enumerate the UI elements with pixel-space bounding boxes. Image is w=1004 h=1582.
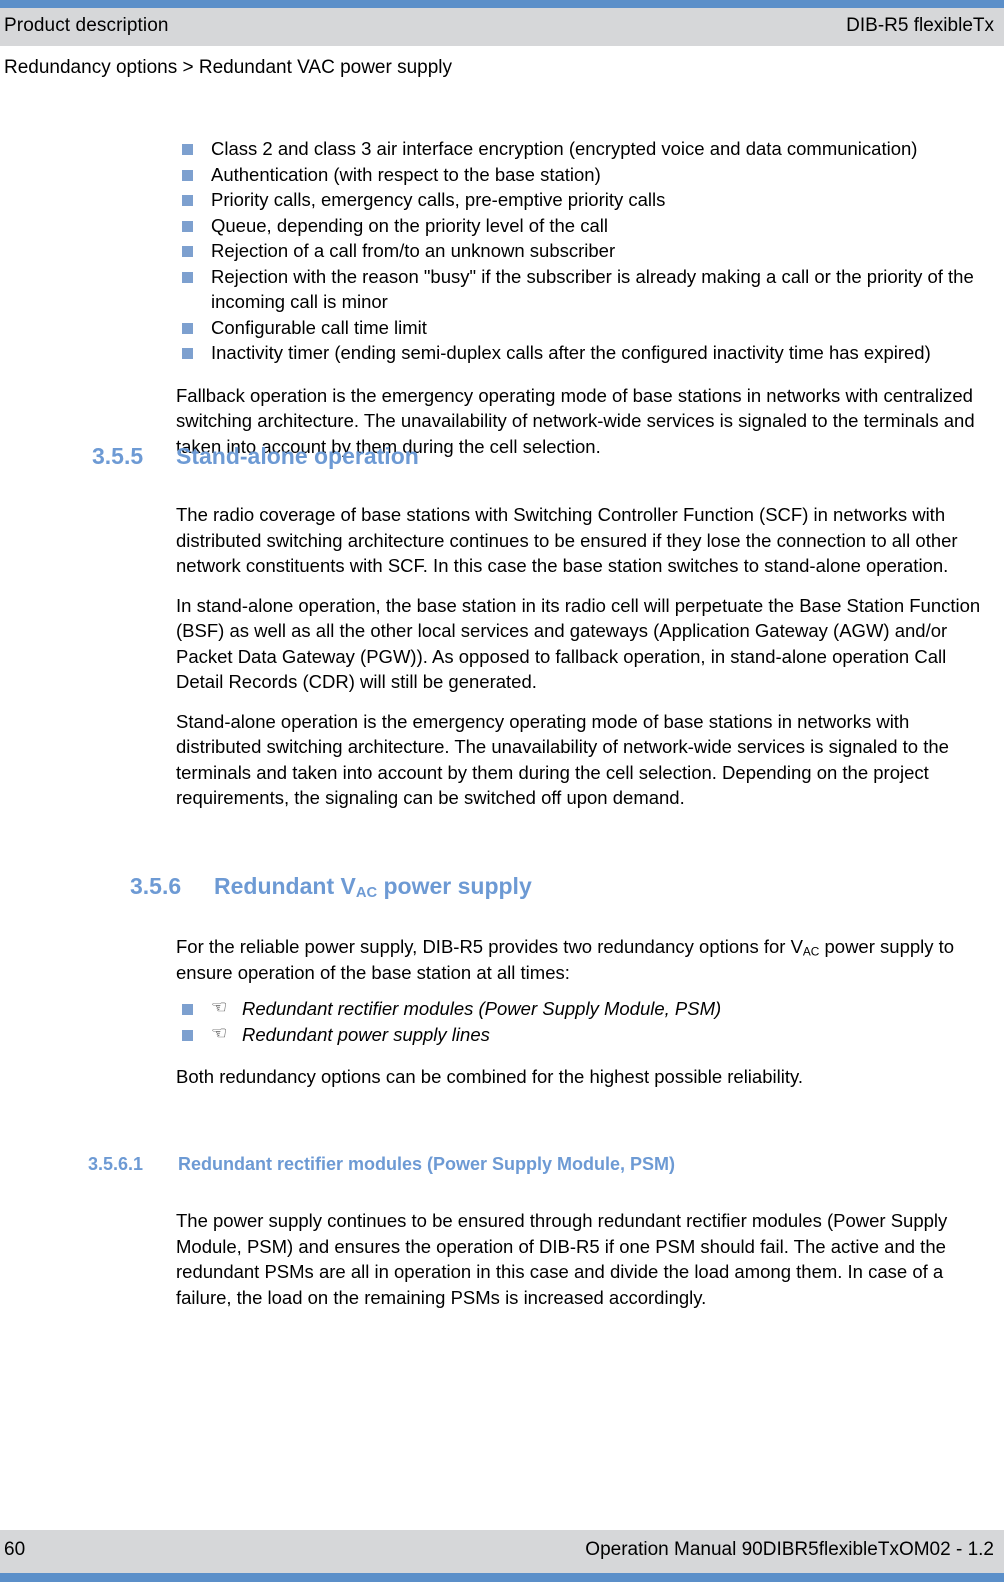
heading-row: 3.5.6 Redundant VAC power supply — [130, 873, 1004, 902]
heading-title-prefix: Redundant V — [214, 873, 356, 899]
list-item: ☞ Redundant power supply lines — [176, 1022, 996, 1048]
paragraph: The radio coverage of base stations with… — [176, 504, 958, 576]
paragraph: The power supply continues to be ensured… — [176, 1210, 948, 1308]
paragraph: In stand-alone operation, the base stati… — [176, 594, 981, 693]
list-item: Configurable call time limit — [176, 315, 996, 341]
bullet-square-icon — [182, 195, 193, 206]
bullet-square-icon — [182, 1029, 193, 1041]
bullet-square-icon — [182, 1004, 193, 1015]
page-header: Product description DIB-R5 flexibleTx — [0, 8, 1004, 46]
header-right-title: DIB-R5 flexibleTx — [846, 15, 994, 36]
header-left-title: Product description — [4, 15, 169, 36]
heading-number: 3.5.6 — [130, 873, 182, 899]
document-page: Product description DIB-R5 flexibleTx Re… — [0, 0, 1004, 1582]
feature-list-block: Class 2 and class 3 air interface encryp… — [176, 136, 996, 459]
section-body-3-5-6-1: The power supply continues to be ensured… — [176, 1208, 996, 1310]
list-item: Class 2 and class 3 air interface encryp… — [176, 136, 996, 162]
list-item: ☞ Redundant rectifier modules (Power Sup… — [176, 996, 996, 1022]
heading-title-subscript: AC — [355, 885, 378, 902]
bullet-square-icon — [182, 348, 193, 359]
section-body-3-5-5: The radio coverage of base stations with… — [176, 502, 996, 811]
pointing-hand-icon: ☞ — [211, 997, 228, 1017]
list-item-label: Configurable call time limit — [211, 316, 427, 338]
list-item-label: Redundant rectifier modules (Power Suppl… — [242, 998, 722, 1019]
heading-title: Redundant rectifier modules (Power Suppl… — [178, 1154, 676, 1174]
bullet-square-icon — [182, 220, 193, 232]
list-item-label: Class 2 and class 3 air interface encryp… — [211, 138, 918, 159]
list-item: Inactivity timer (ending semi-duplex cal… — [176, 340, 996, 366]
content-area: Class 2 and class 3 air interface encryp… — [0, 136, 1004, 459]
heading-number: 3.5.6.1 — [88, 1154, 144, 1174]
page-number: 60 — [4, 1539, 26, 1560]
heading-title: Redundant VAC power supply — [214, 873, 532, 902]
manual-reference: Operation Manual 90DIBR5flexibleTxOM02 -… — [585, 1539, 994, 1560]
intro-prefix: For the reliable power supply, DIB-R5 pr… — [176, 936, 803, 957]
redundancy-options-list: ☞ Redundant rectifier modules (Power Sup… — [176, 996, 996, 1047]
pointing-hand-icon: ☞ — [211, 1022, 228, 1043]
section-heading-3-5-5: 3.5.5 Stand-alone operation — [92, 443, 992, 470]
section-body-3-5-6: For the reliable power supply, DIB-R5 pr… — [176, 934, 996, 1090]
breadcrumb: Redundancy options > Redundant VAC power… — [4, 57, 453, 78]
top-accent-rule — [0, 0, 1004, 8]
intro-paragraph: For the reliable power supply, DIB-R5 pr… — [176, 934, 996, 985]
section-heading-3-5-6: 3.5.6 Redundant VAC power supply — [130, 873, 1004, 902]
list-item-label: Authentication (with respect to the base… — [211, 163, 601, 185]
list-item: Priority calls, emergency calls, pre-emp… — [176, 187, 996, 213]
list-item-label: Queue, depending on the priority level o… — [211, 214, 608, 236]
list-item-label: Inactivity timer (ending semi-duplex cal… — [211, 342, 931, 363]
bullet-square-icon — [182, 144, 193, 155]
bullet-square-icon — [182, 246, 193, 257]
feature-list: Class 2 and class 3 air interface encryp… — [176, 136, 996, 366]
heading-row: 3.5.5 Stand-alone operation — [92, 443, 992, 470]
list-item: Rejection of a call from/to an unknown s… — [176, 238, 996, 264]
paragraph: Stand-alone operation is the emergency o… — [176, 710, 949, 809]
list-item-label: Rejection of a call from/to an unknown s… — [211, 240, 616, 261]
list-item: Rejection with the reason "busy" if the … — [176, 264, 996, 315]
heading-title: Stand-alone operation — [176, 443, 419, 469]
heading-row: 3.5.6.1 Redundant rectifier modules (Pow… — [88, 1154, 988, 1175]
page-footer: 60 Operation Manual 90DIBR5flexibleTxOM0… — [0, 1530, 1004, 1573]
bullet-square-icon — [182, 322, 193, 334]
list-item-label: Priority calls, emergency calls, pre-emp… — [211, 189, 666, 210]
list-item-label: Redundant power supply lines — [242, 1023, 490, 1045]
bottom-accent-rule — [0, 1573, 1004, 1582]
section-heading-3-5-6-1: 3.5.6.1 Redundant rectifier modules (Pow… — [88, 1154, 988, 1175]
list-item: Queue, depending on the priority level o… — [176, 213, 996, 239]
bullet-square-icon — [182, 169, 193, 181]
intro-subscript: AC — [802, 944, 820, 959]
closing-paragraph: Both redundancy options can be combined … — [176, 1066, 803, 1087]
bullet-square-icon — [182, 271, 193, 283]
heading-title-suffix: power supply — [377, 873, 532, 899]
list-item-label: Rejection with the reason "busy" if the … — [211, 265, 974, 313]
list-item: Authentication (with respect to the base… — [176, 162, 996, 188]
heading-number: 3.5.5 — [92, 443, 144, 469]
